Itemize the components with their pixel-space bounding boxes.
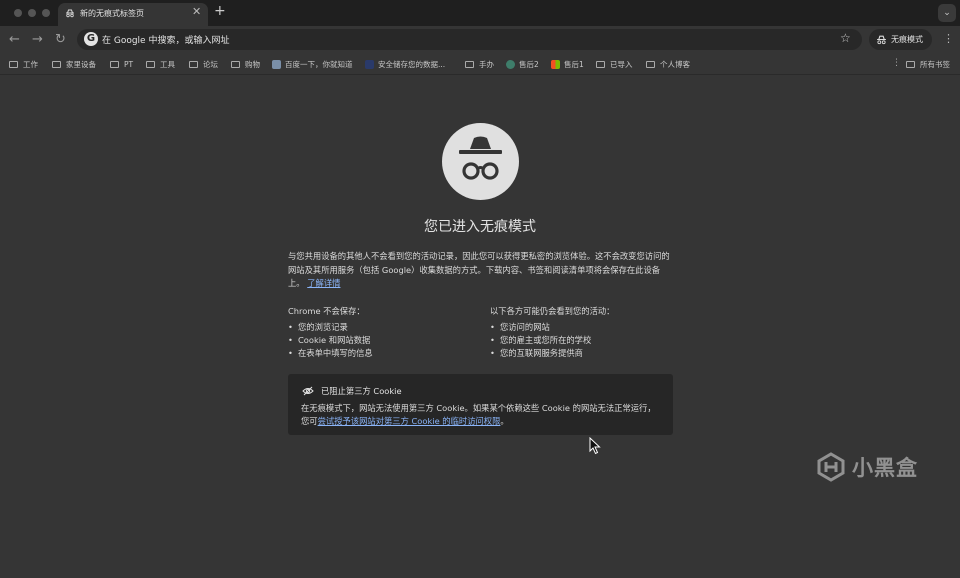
tab-close-icon[interactable]: ✕ — [192, 5, 201, 18]
reload-button[interactable]: ↻ — [55, 32, 66, 47]
list-item: Cookie 和网站数据 — [288, 334, 488, 347]
bookmark-link[interactable]: 售后2 — [506, 57, 539, 71]
all-bookmarks[interactable]: 所有书签 — [906, 57, 950, 71]
bookmark-link[interactable]: 百度一下，你就知道 — [272, 57, 353, 71]
learn-more-link[interactable]: 了解详情 — [307, 278, 340, 288]
bookmark-folder[interactable]: 家里设备 — [52, 57, 96, 71]
cookie-notice-title: 已阻止第三方 Cookie — [321, 386, 402, 396]
incognito-label: 无痕模式 — [891, 35, 923, 44]
list-item: 您的雇主或您所在的学校 — [490, 334, 690, 347]
list-item: 您的互联网服务提供商 — [490, 347, 690, 360]
bookmark-label: 论坛 — [203, 59, 218, 69]
bookmark-star-icon[interactable]: ☆ — [840, 31, 851, 45]
folder-icon — [596, 60, 605, 68]
tab-title: 新的无痕式标签页 — [80, 9, 144, 18]
third-party-cookie-notice: 已阻止第三方 Cookie 在无痕模式下，网站无法使用第三方 Cookie。如果… — [288, 374, 673, 435]
bookmark-folder[interactable]: 工作 — [9, 57, 38, 71]
still-visible-list: 以下各方可能仍会看到您的活动： 您访问的网站 您的雇主或您所在的学校 您的互联网… — [490, 305, 690, 360]
bookmark-label: 售后2 — [519, 59, 539, 69]
page-title: 您已进入无痕模式 — [424, 219, 536, 235]
site-icon — [506, 59, 515, 69]
tab-incognito[interactable]: 新的无痕式标签页 ✕ — [58, 3, 208, 26]
toolbar: ← → ↻ G 在 Google 中搜索，或输入网址 ☆ 无痕模式 ⋮ — [0, 26, 960, 54]
temporary-access-link[interactable]: 尝试授予该网站对第三方 Cookie 的临时访问权限 — [318, 416, 501, 426]
not-saved-title: Chrome 不会保存： — [288, 306, 365, 316]
bookmark-folder[interactable]: 论坛 — [189, 57, 218, 71]
incognito-indicator[interactable]: 无痕模式 — [869, 29, 932, 50]
cookie-notice-end: 。 — [500, 416, 509, 426]
folder-icon — [146, 60, 155, 68]
forward-button[interactable]: → — [32, 32, 43, 47]
folder-icon — [52, 60, 61, 68]
bookmark-folder[interactable]: PT — [110, 57, 133, 71]
bookmark-label: 购物 — [245, 59, 260, 69]
list-item: 您的浏览记录 — [288, 321, 488, 334]
eye-off-icon — [302, 386, 314, 396]
site-icon — [365, 59, 374, 69]
bookmark-label: 安全储存您的数据... — [378, 59, 446, 69]
folder-icon — [9, 60, 18, 68]
bookmark-folder[interactable]: 手办 — [465, 57, 494, 71]
intro-paragraph: 与您共用设备的其他人不会看到您的活动记录，因此您可以获得更私密的浏览体验。这不会… — [288, 251, 670, 288]
tab-strip: 新的无痕式标签页 ✕ + ⌄ — [0, 0, 960, 26]
bookmark-link[interactable]: 售后1 — [551, 57, 584, 71]
all-bookmarks-label: 所有书签 — [920, 59, 950, 69]
incognito-icon — [66, 9, 74, 18]
close-window-button[interactable] — [14, 9, 22, 17]
bookmark-label: PT — [124, 59, 134, 69]
intro-text: 与您共用设备的其他人不会看到您的活动记录，因此您可以获得更私密的浏览体验。这不会… — [288, 250, 672, 291]
mouse-cursor-icon — [589, 437, 601, 455]
bookmark-label: 个人博客 — [660, 59, 690, 69]
bookmark-folder[interactable]: 工具 — [146, 57, 175, 71]
folder-icon — [465, 60, 474, 68]
incognito-page: 您已进入无痕模式 与您共用设备的其他人不会看到您的活动记录，因此您可以获得更私密… — [0, 75, 960, 578]
incognito-icon — [877, 35, 886, 45]
bookmark-label: 工作 — [23, 59, 38, 69]
bookmark-folder[interactable]: 购物 — [231, 57, 260, 71]
bookmarks-bar: 工作 家里设备 PT 工具 论坛 购物 百度一下，你就知道 安全储存您的数据..… — [0, 54, 960, 75]
folder-icon — [189, 60, 198, 68]
microsoft-icon — [551, 59, 560, 69]
watermark-logo: 小黑盒 — [816, 452, 918, 482]
bookmark-label: 售后1 — [564, 59, 584, 69]
bookmark-folder[interactable]: 个人博客 — [646, 57, 690, 71]
list-item: 在表单中填写的信息 — [288, 347, 488, 360]
bookmark-link[interactable]: 安全储存您的数据... — [365, 57, 445, 71]
incognito-hero-icon — [442, 123, 519, 200]
omnibox[interactable]: G 在 Google 中搜索，或输入网址 ☆ — [77, 29, 862, 50]
bookmark-label: 手办 — [479, 59, 494, 69]
folder-icon — [906, 60, 915, 68]
watermark-text: 小黑盒 — [852, 456, 918, 480]
baidu-icon — [272, 59, 281, 69]
new-tab-button[interactable]: + — [214, 3, 226, 19]
bookmark-label: 家里设备 — [66, 59, 96, 69]
bookmark-label: 工具 — [160, 59, 175, 69]
not-saved-list: Chrome 不会保存： 您的浏览记录 Cookie 和网站数据 在表单中填写的… — [288, 305, 488, 360]
bookmark-label: 百度一下，你就知道 — [285, 59, 353, 69]
cookie-notice-text: 在无痕模式下，网站无法使用第三方 Cookie。如果某个依赖这些 Cookie … — [301, 402, 663, 428]
list-item: 您访问的网站 — [490, 321, 690, 334]
google-icon: G — [84, 32, 98, 46]
omnibox-placeholder[interactable]: 在 Google 中搜索，或输入网址 — [102, 33, 229, 46]
folder-icon — [110, 60, 119, 68]
tab-search-button[interactable]: ⌄ — [938, 4, 956, 22]
folder-icon — [231, 60, 240, 68]
back-button[interactable]: ← — [9, 32, 20, 47]
menu-icon[interactable]: ⋮ — [943, 32, 954, 45]
folder-icon — [646, 60, 655, 68]
heybox-logo-icon — [817, 452, 845, 482]
minimize-window-button[interactable] — [28, 9, 36, 17]
bookmark-folder[interactable]: 已导入 — [596, 57, 633, 71]
still-visible-title: 以下各方可能仍会看到您的活动： — [490, 306, 615, 316]
bookmark-label: 已导入 — [610, 59, 633, 69]
zoom-window-button[interactable] — [42, 9, 50, 17]
bookmarks-separator: ⋮ — [892, 58, 901, 68]
